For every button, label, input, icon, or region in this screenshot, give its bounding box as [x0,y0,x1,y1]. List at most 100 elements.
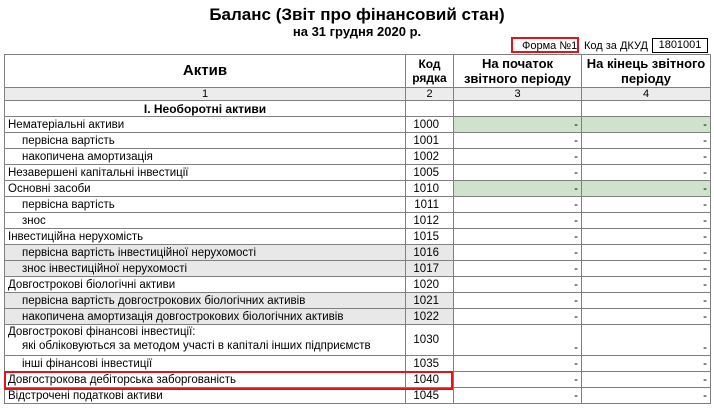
value-start-cell[interactable]: - [453,212,582,229]
value-end-cell[interactable]: - [581,132,711,149]
row-code: 1017 [405,260,454,277]
row-code: 1020 [405,276,454,293]
table-row: первісна вартість 1001 - - [4,132,711,149]
empty-cell [581,100,711,117]
table-row: Основні засоби 1010 - - [4,180,711,197]
value-end-cell[interactable]: - [581,308,711,325]
table-row: Довгострокова дебіторська заборгованість… [4,371,711,388]
row-label: Довгострокова дебіторська заборгованість [4,371,406,388]
table-row: первісна вартість інвестиційної нерухомо… [4,244,711,261]
value-end-cell[interactable]: - [581,387,711,404]
value-end-cell[interactable]: - [581,164,711,181]
row-code: 1010 [405,180,454,197]
row-label: Відстрочені податкові активи [4,387,406,404]
row-label: накопичена амортизація [4,148,406,165]
row-label: інші фінансові інвестиції [4,355,406,372]
column-number: 4 [581,87,711,101]
row-code: 1000 [405,116,454,133]
value-start-cell[interactable]: - [453,355,582,372]
value-end-cell[interactable]: - [581,116,711,133]
value-start-cell[interactable]: - [453,116,582,133]
value-start-cell[interactable]: - [453,276,582,293]
row-label: первісна вартість інвестиційної нерухомо… [4,244,406,261]
value-end-cell[interactable]: - [581,228,711,245]
value-end-cell[interactable]: - [581,244,711,261]
value-end-cell[interactable]: - [581,292,711,309]
row-code: 1002 [405,148,454,165]
row-code: 1015 [405,228,454,245]
header-end-period: На кінець звітного періоду [581,54,711,88]
table-row: Незавершені капітальні інвестиції 1005 -… [4,164,711,181]
row-label-line1: Довгострокові фінансові інвестиції: [8,326,196,338]
report-title: Баланс (Звіт про фінансовий стан) [209,5,505,24]
table-row: Нематеріальні активи 1000 - - [4,116,711,133]
report-date: на 31 грудня 2020 р. [292,24,422,39]
row-label: первісна вартість [4,132,406,149]
value-start-cell[interactable]: - [453,180,582,197]
row-code: 1016 [405,244,454,261]
value-end-cell[interactable]: - [581,371,711,388]
dkud-code-cell[interactable]: 1801001 [652,38,708,53]
table-row: первісна вартість 1011 - - [4,196,711,213]
row-code: 1001 [405,132,454,149]
row-label: первісна вартість [4,196,406,213]
value-end-cell[interactable]: - [581,212,711,229]
row-code: 1045 [405,387,454,404]
header-start-period: На початок звітного періоду [453,54,582,88]
row-code: 1035 [405,355,454,372]
row-label: Нематеріальні активи [4,116,406,133]
row-code: 1005 [405,164,454,181]
value-start-cell[interactable]: - [453,324,582,356]
row-code: 1022 [405,308,454,325]
row-code: 1040 [405,371,454,388]
value-end-cell[interactable]: - [581,196,711,213]
value-start-cell[interactable]: - [453,387,582,404]
value-end-cell[interactable]: - [581,276,711,293]
column-number: 2 [405,87,454,101]
table-row: первісна вартість довгострокових біологі… [4,292,711,309]
row-code: 1030 [405,324,454,356]
value-start-cell[interactable]: - [453,132,582,149]
section-title: І. Необоротні активи [4,100,406,117]
table-row: Довгострокові біологічні активи 1020 - - [4,276,711,293]
table-row: знос 1012 - - [4,212,711,229]
value-end-cell[interactable]: - [581,324,711,356]
value-end-cell[interactable]: - [581,260,711,277]
balance-table: Актив Код рядка На початок звітного пері… [4,54,711,404]
value-start-cell[interactable]: - [453,148,582,165]
row-label: первісна вартість довгострокових біологі… [4,292,406,309]
value-start-cell[interactable]: - [453,164,582,181]
section-row: І. Необоротні активи [4,100,711,117]
header-aktiv: Актив [4,54,406,88]
row-label-line2: які обліковуються за методом участі в ка… [22,340,371,352]
column-number: 3 [453,87,582,101]
value-start-cell[interactable]: - [453,292,582,309]
value-start-cell[interactable]: - [453,244,582,261]
row-label: Інвестиційна нерухомість [4,228,406,245]
table-row: знос інвестиційної нерухомості 1017 - - [4,260,711,277]
value-start-cell[interactable]: - [453,308,582,325]
column-number-row: 1 2 3 4 [4,87,711,101]
table-row: інші фінансові інвестиції 1035 - - [4,355,711,372]
row-code: 1021 [405,292,454,309]
dkud-label: Код за ДКУД [584,40,648,52]
forma-label: Форма №1 [522,40,578,52]
table-row: Довгострокові фінансові інвестиції: які … [4,324,711,356]
value-start-cell[interactable]: - [453,196,582,213]
table-row: накопичена амортизація довгострокових бі… [4,308,711,325]
value-end-cell[interactable]: - [581,355,711,372]
table-header-row: Актив Код рядка На початок звітного пері… [4,54,711,88]
value-start-cell[interactable]: - [453,260,582,277]
value-end-cell[interactable]: - [581,148,711,165]
value-start-cell[interactable]: - [453,228,582,245]
row-label: Основні засоби [4,180,406,197]
table-row: Інвестиційна нерухомість 1015 - - [4,228,711,245]
value-start-cell[interactable]: - [453,371,582,388]
row-label: накопичена амортизація довгострокових бі… [4,308,406,325]
row-label: знос [4,212,406,229]
row-label: знос інвестиційної нерухомості [4,260,406,277]
table-row: накопичена амортизація 1002 - - [4,148,711,165]
value-end-cell[interactable]: - [581,180,711,197]
empty-cell [405,100,454,117]
header-kod: Код рядка [405,54,454,88]
